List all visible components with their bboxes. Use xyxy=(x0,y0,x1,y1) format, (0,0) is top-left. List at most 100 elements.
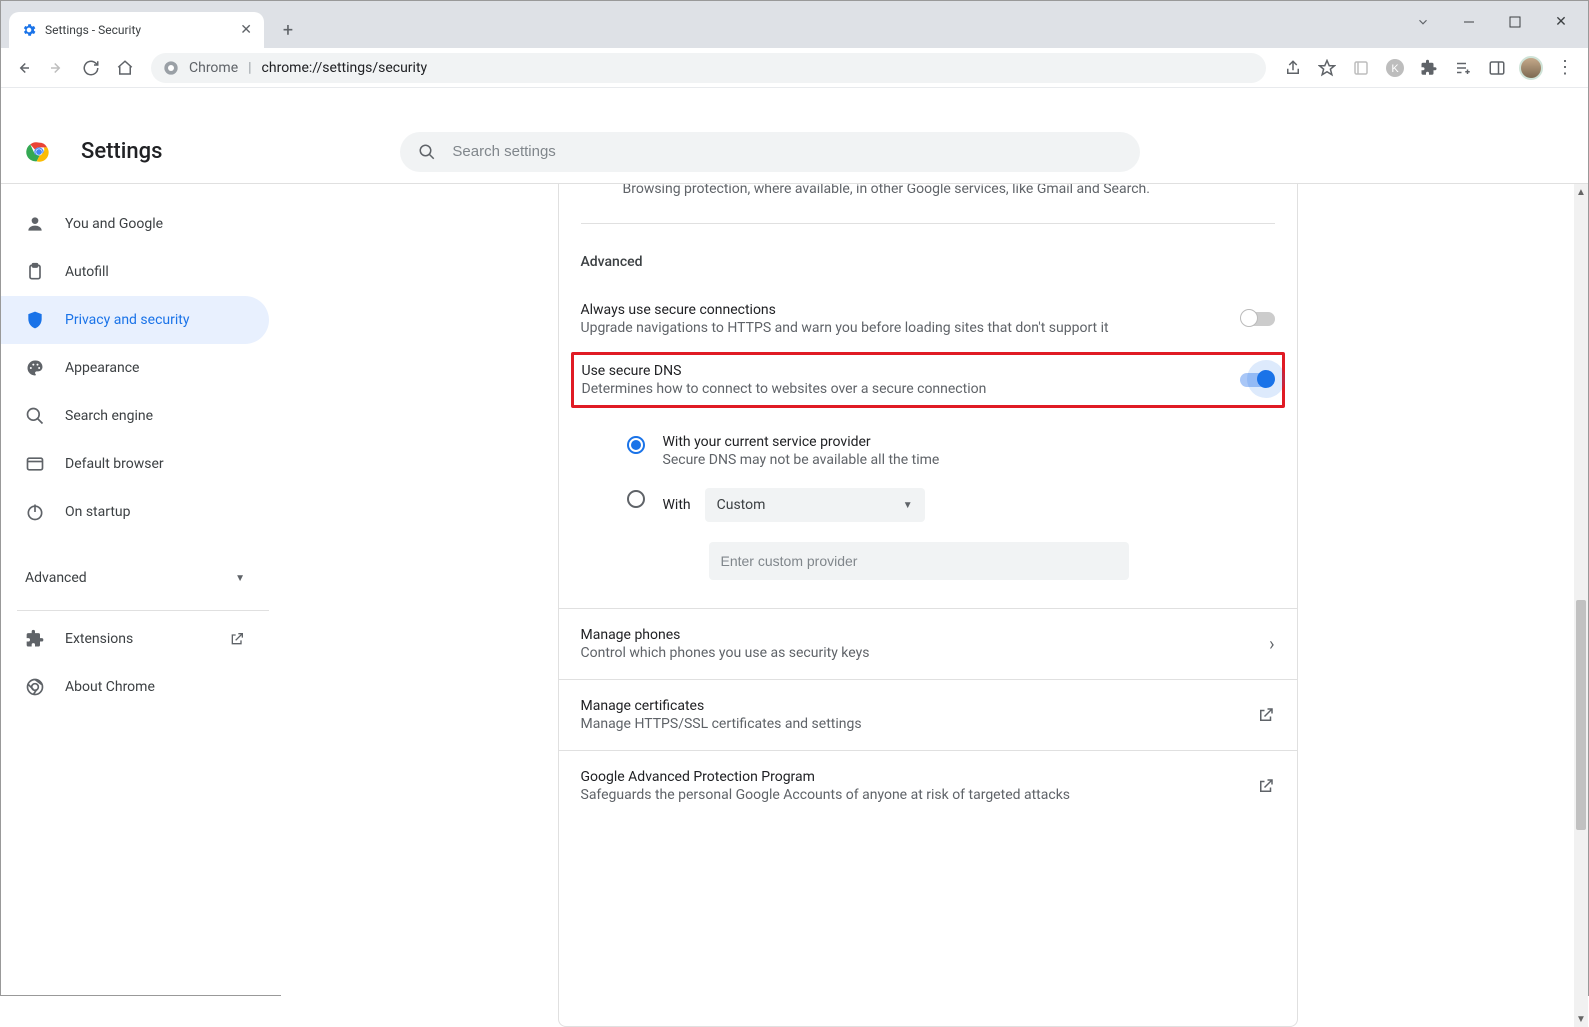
external-link-icon xyxy=(229,631,245,647)
maximize-icon[interactable] xyxy=(1492,7,1538,37)
sidebar-item-appearance[interactable]: Appearance xyxy=(1,344,269,392)
row-title: Manage phones xyxy=(581,627,870,643)
search-icon xyxy=(418,143,436,161)
row-title: Use secure DNS xyxy=(582,363,1240,379)
radio-icon[interactable] xyxy=(627,490,645,508)
person-icon xyxy=(25,214,45,234)
chrome-outline-icon xyxy=(25,677,45,697)
sidebar-advanced-label: Advanced xyxy=(25,570,87,586)
sidebar-item-you-and-google[interactable]: You and Google xyxy=(1,200,269,248)
sidebar-advanced-toggle[interactable]: Advanced ▼ xyxy=(1,554,269,602)
settings-header: Settings xyxy=(1,120,1588,184)
sidebar-item-label: Privacy and security xyxy=(65,312,189,328)
back-icon[interactable] xyxy=(9,54,37,82)
sidebar-item-label: About Chrome xyxy=(65,679,155,695)
share-icon[interactable] xyxy=(1278,54,1308,82)
new-tab-button[interactable]: + xyxy=(274,16,302,44)
bookmark-star-icon[interactable] xyxy=(1312,54,1342,82)
browser-toolbar: Chrome | chrome://settings/security K ⋮ xyxy=(1,48,1588,88)
radio-with-custom[interactable]: With Custom ▼ xyxy=(627,478,1275,532)
home-icon[interactable] xyxy=(111,54,139,82)
browser-tab-active[interactable]: Settings - Security ✕ xyxy=(9,12,264,48)
settings-sidebar: You and Google Autofill Privacy and secu… xyxy=(1,184,281,1027)
scroll-thumb[interactable] xyxy=(1576,600,1586,830)
gear-icon xyxy=(21,22,37,38)
sidebar-item-privacy-security[interactable]: Privacy and security xyxy=(1,296,269,344)
row-use-secure-dns-highlight: Use secure DNS Determines how to connect… xyxy=(571,352,1285,408)
minimize-icon[interactable] xyxy=(1446,7,1492,37)
svg-text:K: K xyxy=(1391,63,1399,75)
omnibox-prefix: Chrome xyxy=(189,60,238,76)
radio-label: With your current service provider xyxy=(663,434,940,450)
side-panel-icon[interactable] xyxy=(1482,54,1512,82)
sidebar-item-label: Default browser xyxy=(65,456,164,472)
row-always-secure-connections: Always use secure connections Upgrade na… xyxy=(581,292,1275,346)
tab-title: Settings - Security xyxy=(45,23,232,37)
omnibox[interactable]: Chrome | chrome://settings/security xyxy=(151,53,1266,83)
browser-icon xyxy=(25,454,45,474)
row-manage-certificates[interactable]: Manage certificates Manage HTTPS/SSL cer… xyxy=(559,679,1297,750)
sidebar-item-search-engine[interactable]: Search engine xyxy=(1,392,269,440)
power-icon xyxy=(25,502,45,522)
scroll-down-icon[interactable]: ▼ xyxy=(1574,1011,1588,1027)
browser-tabstrip: Settings - Security ✕ + ✕ xyxy=(1,1,1588,48)
settings-search-input[interactable] xyxy=(450,142,1122,161)
dns-provider-select[interactable]: Custom ▼ xyxy=(705,488,925,522)
radio-icon[interactable] xyxy=(627,436,645,454)
reload-icon[interactable] xyxy=(77,54,105,82)
caret-down-icon: ▼ xyxy=(235,573,245,584)
toggle-always-secure[interactable] xyxy=(1241,312,1275,326)
sidebar-item-label: On startup xyxy=(65,504,131,520)
row-manage-phones[interactable]: Manage phones Control which phones you u… xyxy=(559,608,1297,679)
sidebar-item-label: Extensions xyxy=(65,631,133,647)
row-google-advanced-protection[interactable]: Google Advanced Protection Program Safeg… xyxy=(559,750,1297,821)
reading-list-icon[interactable] xyxy=(1448,54,1478,82)
page-title: Settings xyxy=(81,139,162,164)
sidebar-item-autofill[interactable]: Autofill xyxy=(1,248,269,296)
search-icon xyxy=(25,406,45,426)
sidebar-item-label: Search engine xyxy=(65,408,153,424)
truncated-description: Browsing protection, where available, in… xyxy=(581,184,1275,224)
forward-icon[interactable] xyxy=(43,54,71,82)
external-link-icon xyxy=(1257,706,1275,724)
close-window-icon[interactable]: ✕ xyxy=(1538,7,1584,37)
collections-icon[interactable] xyxy=(1346,54,1376,82)
caret-down-icon: ▼ xyxy=(903,500,913,511)
sidebar-item-on-startup[interactable]: On startup xyxy=(1,488,269,536)
chrome-icon xyxy=(163,60,179,76)
chevron-right-icon: › xyxy=(1269,634,1274,655)
profile-avatar[interactable] xyxy=(1516,54,1546,82)
radio-sublabel: Secure DNS may not be available all the … xyxy=(663,450,940,468)
toggle-secure-dns[interactable] xyxy=(1240,373,1274,387)
chrome-logo-icon xyxy=(25,138,53,166)
dns-custom-provider-input[interactable] xyxy=(709,542,1129,580)
extensions-puzzle-icon[interactable] xyxy=(1414,54,1444,82)
row-title: Manage certificates xyxy=(581,698,862,714)
row-subtitle: Manage HTTPS/SSL certificates and settin… xyxy=(581,714,862,732)
sidebar-item-default-browser[interactable]: Default browser xyxy=(1,440,269,488)
palette-icon xyxy=(25,358,45,378)
puzzle-icon xyxy=(25,629,45,649)
advanced-heading: Advanced xyxy=(581,224,1275,292)
kebab-menu-icon[interactable]: ⋮ xyxy=(1550,54,1580,82)
sidebar-item-extensions[interactable]: Extensions xyxy=(1,615,269,663)
row-subtitle: Determines how to connect to websites ov… xyxy=(582,379,1240,397)
select-value: Custom xyxy=(717,497,766,513)
sidebar-item-about-chrome[interactable]: About Chrome xyxy=(1,663,269,711)
sidebar-item-label: You and Google xyxy=(65,216,163,232)
window-controls: ✕ xyxy=(1400,7,1584,37)
radio-current-provider[interactable]: With your current service provider Secur… xyxy=(627,424,1275,478)
settings-search[interactable] xyxy=(400,132,1140,172)
clipboard-icon xyxy=(25,262,45,282)
row-subtitle: Upgrade navigations to HTTPS and warn yo… xyxy=(581,318,1241,336)
row-title: Always use secure connections xyxy=(581,302,1241,318)
scroll-up-icon[interactable]: ▲ xyxy=(1574,184,1588,200)
tab-search-icon[interactable] xyxy=(1400,7,1446,37)
close-tab-icon[interactable]: ✕ xyxy=(240,22,252,38)
sidebar-item-label: Autofill xyxy=(65,264,109,280)
content-scrollbar[interactable]: ▲ ▼ xyxy=(1574,184,1588,1027)
omnibox-url: chrome://settings/security xyxy=(262,60,428,76)
row-subtitle: Safeguards the personal Google Accounts … xyxy=(581,785,1071,803)
shield-icon xyxy=(25,310,45,330)
profile-k-icon[interactable]: K xyxy=(1380,54,1410,82)
